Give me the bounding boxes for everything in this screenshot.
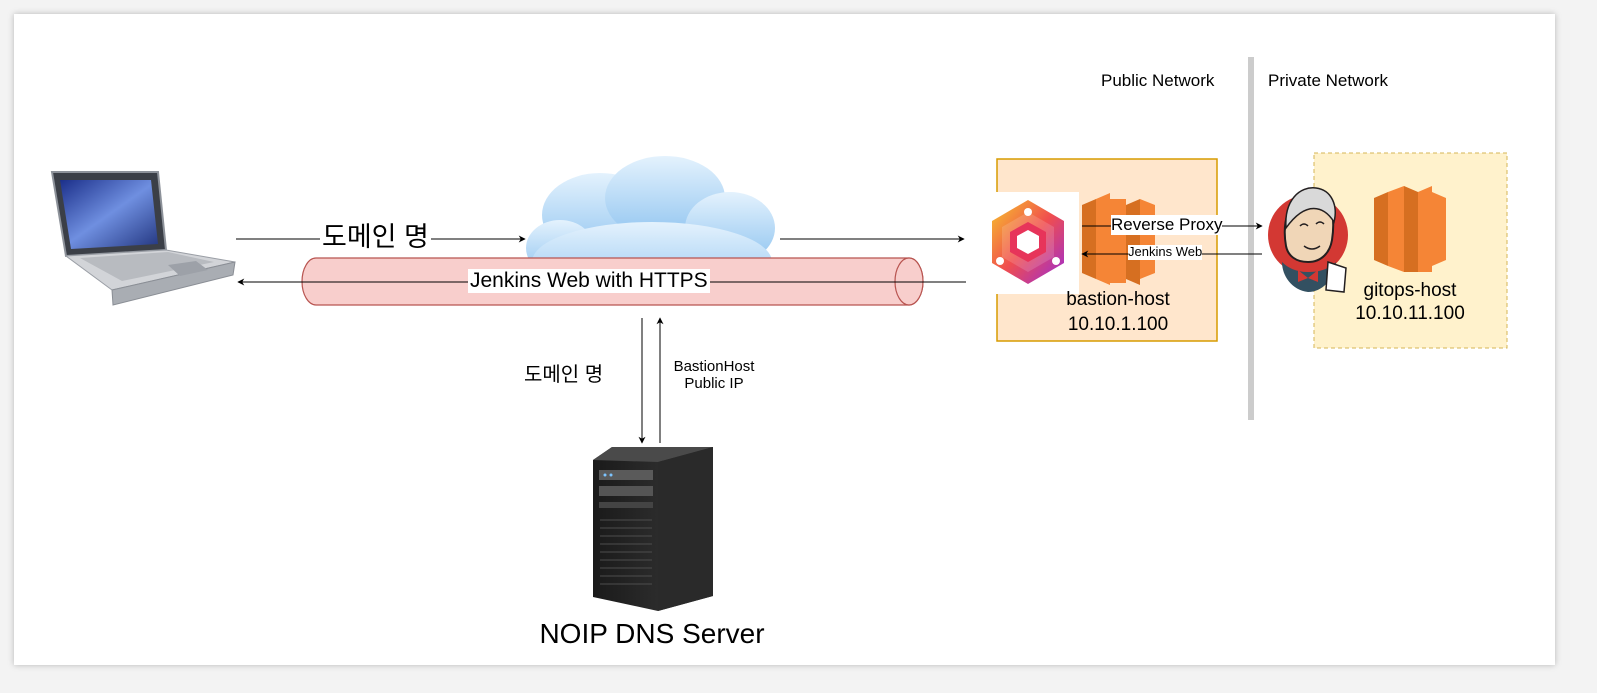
reverse-proxy-logo-icon bbox=[980, 192, 1079, 294]
bastion-ec2-icon bbox=[1082, 193, 1155, 285]
jenkins-web-label: Jenkins Web bbox=[1128, 244, 1203, 260]
dns-server-label: NOIP DNS Server bbox=[539, 618, 765, 649]
bastion-host-name: bastion-host bbox=[1066, 289, 1170, 310]
gitops-host-name: gitops-host bbox=[1363, 280, 1457, 301]
gitops-host-ip: 10.10.11.100 bbox=[1355, 303, 1465, 324]
private-network-label: Private Network bbox=[1268, 71, 1388, 90]
public-network-label: Public Network bbox=[1101, 71, 1215, 90]
dns-response-label: BastionHost Public IP bbox=[666, 358, 762, 393]
dns-server-icon bbox=[593, 447, 713, 611]
bastion-host-ip: 10.10.1.100 bbox=[1067, 314, 1169, 335]
diagram-graphics bbox=[50, 57, 1508, 611]
gitops-ec2-icon bbox=[1374, 186, 1446, 272]
domain-name-label: 도메인 명 bbox=[320, 222, 431, 254]
dns-query-label: 도메인 명 bbox=[524, 364, 604, 386]
https-tunnel-label: Jenkins Web with HTTPS bbox=[468, 269, 710, 294]
dns-response-line1: BastionHost bbox=[673, 358, 755, 375]
dns-response-line2: Public IP bbox=[684, 375, 744, 393]
reverse-proxy-label: Reverse Proxy bbox=[1111, 215, 1223, 235]
laptop-icon bbox=[50, 171, 236, 306]
